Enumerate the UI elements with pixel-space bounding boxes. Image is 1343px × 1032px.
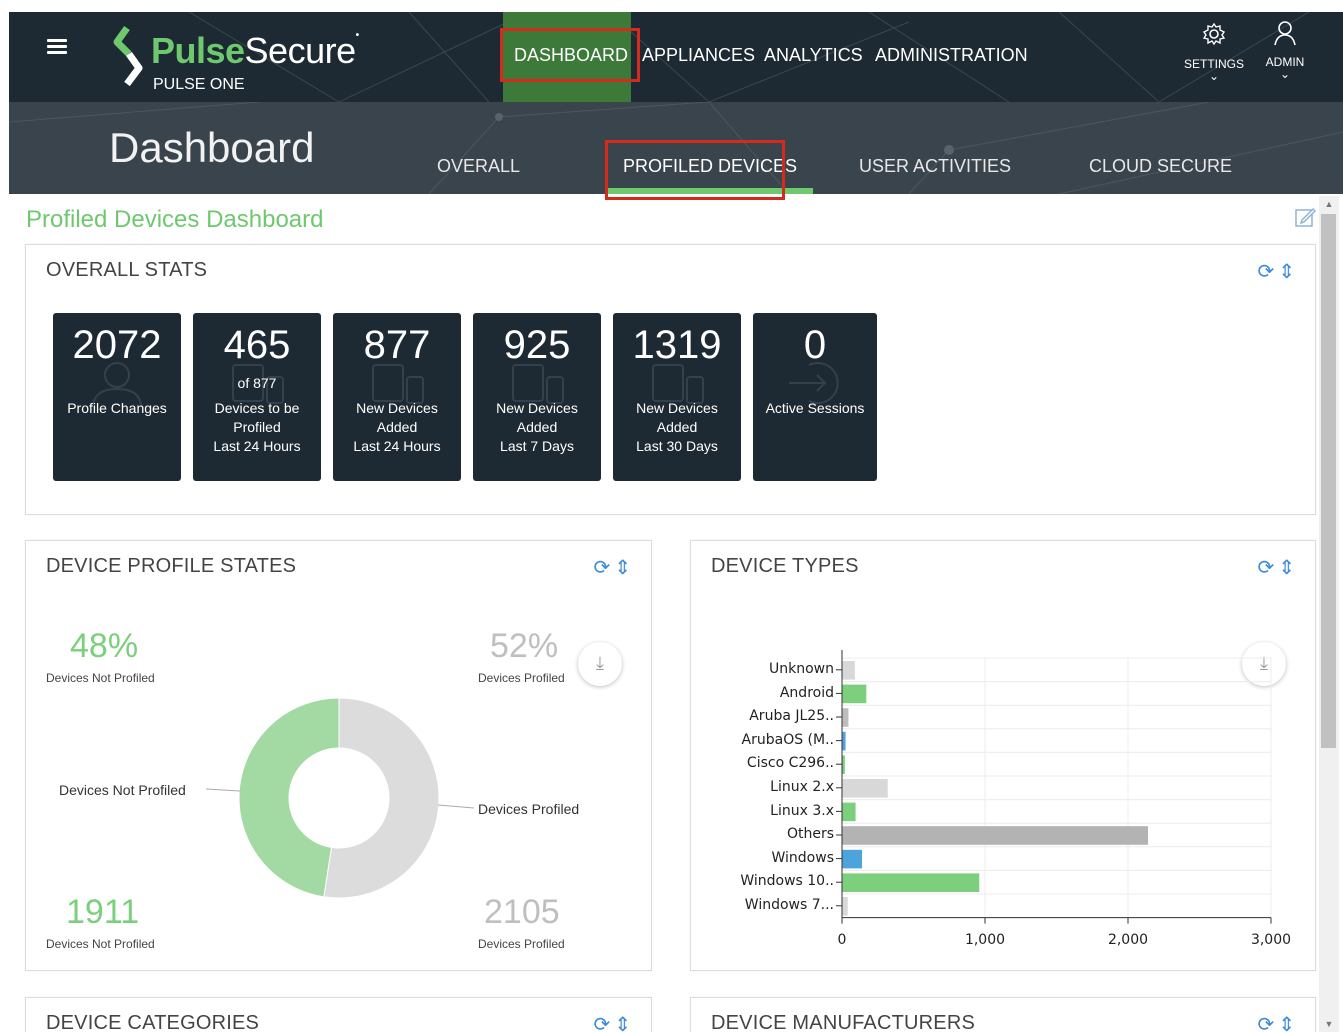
stat-label: Profile Changes bbox=[67, 400, 167, 416]
device-categories-panel: DEVICE CATEGORIES ⟳ ⇕ bbox=[25, 997, 652, 1032]
bar-category-label: Linux 3.x bbox=[770, 802, 834, 819]
slice-profiled[interactable] bbox=[323, 697, 440, 899]
bar-category-label: Windows 7... bbox=[744, 897, 834, 913]
bar[interactable] bbox=[842, 708, 849, 727]
product-name: PULSE ONE bbox=[153, 76, 245, 93]
stat-card-new-devices-7d[interactable]: 925 New Devices Added Last 7 Days bbox=[473, 313, 601, 481]
bar[interactable] bbox=[842, 897, 848, 916]
profiled-count: 2105 bbox=[484, 893, 560, 931]
panel-title: DEVICE MANUFACTURERS bbox=[711, 1012, 976, 1032]
leader-line bbox=[437, 804, 475, 809]
collapse-icon[interactable]: ⇕ bbox=[1278, 1014, 1295, 1032]
top-header: PulseSecure• PULSE ONE DASHBOARD APPLIAN… bbox=[9, 12, 1343, 102]
scroll-thumb[interactable] bbox=[1321, 214, 1336, 748]
bar-category-label: Windows 10.. bbox=[740, 873, 834, 890]
panel-tools: ⟳ ⇕ bbox=[1253, 1012, 1295, 1032]
panel-tools: ⟳ ⇕ bbox=[1253, 259, 1295, 284]
tab-cloud-secure[interactable]: CLOUD SECURE bbox=[1089, 156, 1232, 177]
stat-card-devices-to-profile[interactable]: 465 of 877 Devices to be Profiled Last 24 … bbox=[193, 313, 321, 481]
x-tick-label: 1,000 bbox=[964, 931, 1006, 948]
x-tick-label: 2,000 bbox=[1107, 931, 1149, 948]
highlight-dashboard-nav bbox=[500, 28, 640, 82]
dashboard-heading: Profiled Devices Dashboard bbox=[26, 206, 324, 233]
menu-icon[interactable] bbox=[47, 39, 67, 57]
slice-not-profiled[interactable] bbox=[238, 697, 340, 898]
slice-label-not-profiled: Devices Not Profiled bbox=[59, 782, 186, 798]
stat-value: 877 bbox=[363, 323, 431, 367]
stat-card-active-sessions[interactable]: 0 Active Sessions bbox=[753, 313, 877, 481]
nav-administration[interactable]: ADMINISTRATION bbox=[875, 45, 1028, 66]
stat-card-new-devices-24h[interactable]: 877 New Devices Added Last 24 Hours bbox=[333, 313, 461, 481]
bar[interactable] bbox=[842, 802, 856, 822]
x-tick-label: 3,000 bbox=[1250, 931, 1292, 948]
bar-category-label: Aruba JL25.. bbox=[749, 708, 834, 725]
bar-category-label: Windows bbox=[771, 849, 835, 866]
scroll-up-arrow[interactable]: ▲ bbox=[1319, 196, 1339, 212]
bar-category-label: Linux 2.x bbox=[770, 779, 834, 795]
stat-card-profile-changes[interactable]: 2072 Profile Changes bbox=[53, 313, 181, 481]
stat-label: Active Sessions bbox=[765, 400, 865, 416]
overall-stats-panel: OVERALL STATS ⟳ ⇕ 2072 Profile Changes 46… bbox=[25, 244, 1316, 515]
stat-subvalue: of 877 bbox=[237, 375, 277, 391]
bar[interactable] bbox=[842, 661, 855, 680]
bar[interactable] bbox=[842, 684, 867, 704]
stat-value: 925 bbox=[503, 323, 571, 367]
stat-card-new-devices-30d[interactable]: 1319 New Devices Added Last 30 Days bbox=[613, 313, 741, 481]
collapse-icon[interactable]: ⇕ bbox=[614, 1014, 631, 1032]
device-types-panel: DEVICE TYPES ⟳ ⇕ ⤓ Unknown Android Aruba JL… bbox=[690, 540, 1316, 971]
chevron-down-icon: ⌄ bbox=[1279, 67, 1291, 81]
refresh-icon[interactable]: ⟳ bbox=[1257, 1014, 1274, 1032]
bar-category-label: Android bbox=[779, 684, 834, 701]
page-scrollbar[interactable]: ▲ ▼ bbox=[1319, 196, 1339, 1032]
device-manufacturers-panel: DEVICE MANUFACTURERS ⟳ ⇕ bbox=[690, 997, 1316, 1032]
gear-icon bbox=[1202, 22, 1226, 46]
stat-label: New Devices Added Last 7 Days bbox=[496, 400, 578, 454]
user-icon bbox=[1274, 21, 1296, 46]
admin-button[interactable]: ADMIN ⌄ bbox=[1259, 20, 1311, 81]
bar[interactable] bbox=[842, 826, 1149, 845]
stat-label: Devices to be Profiled Last 24 Hours bbox=[213, 400, 301, 454]
collapse-icon[interactable]: ⇕ bbox=[1278, 261, 1295, 283]
profiled-count-caption: Devices Profiled bbox=[478, 937, 565, 951]
panel-tools: ⟳ ⇕ bbox=[589, 1012, 631, 1032]
bar[interactable] bbox=[842, 873, 980, 892]
bar-category-label: Unknown bbox=[769, 661, 834, 677]
stat-value: 465 bbox=[223, 323, 291, 367]
nav-appliances[interactable]: APPLIANCES bbox=[642, 45, 755, 66]
tab-user-activities[interactable]: USER ACTIVITIES bbox=[859, 156, 1011, 177]
page-title: Dashboard bbox=[109, 124, 315, 171]
not-profiled-count: 1911 bbox=[66, 893, 140, 931]
stat-label: New Devices Added Last 30 Days bbox=[636, 400, 718, 454]
panel-title: OVERALL STATS bbox=[46, 259, 208, 281]
not-profiled-count-caption: Devices Not Profiled bbox=[46, 937, 155, 951]
tab-overall[interactable]: OVERALL bbox=[437, 156, 520, 177]
bar[interactable] bbox=[842, 731, 846, 751]
chevron-down-icon: ⌄ bbox=[1208, 69, 1220, 83]
highlight-profiled-tab bbox=[605, 140, 785, 200]
stat-value: 2072 bbox=[72, 323, 162, 367]
stat-value: 1319 bbox=[632, 323, 722, 367]
x-tick-label: 0 bbox=[837, 931, 847, 948]
device-profile-states-panel: DEVICE PROFILE STATES ⟳ ⇕ 48% Devices Not… bbox=[25, 540, 652, 971]
stat-value: 0 bbox=[803, 323, 827, 367]
bar[interactable] bbox=[842, 849, 863, 869]
brand-name: PulseSecure• bbox=[151, 30, 359, 71]
refresh-icon[interactable]: ⟳ bbox=[1257, 261, 1274, 283]
leader-line bbox=[205, 788, 241, 792]
slice-label-profiled: Devices Profiled bbox=[478, 801, 580, 817]
refresh-icon[interactable]: ⟳ bbox=[593, 1014, 610, 1032]
bar[interactable] bbox=[842, 779, 888, 798]
stat-label: New Devices Added Last 24 Hours bbox=[353, 400, 441, 454]
nav-analytics[interactable]: ANALYTICS bbox=[764, 45, 863, 66]
panel-title: DEVICE CATEGORIES bbox=[46, 1012, 260, 1032]
settings-button[interactable]: SETTINGS ⌄ bbox=[1179, 22, 1249, 83]
bar-category-label: Cisco C296.. bbox=[746, 755, 834, 772]
bar-category-label: ArubaOS (M.. bbox=[741, 731, 834, 748]
bar-category-label: Others bbox=[786, 826, 834, 843]
edit-icon[interactable] bbox=[1294, 206, 1316, 228]
scroll-down-arrow[interactable]: ▼ bbox=[1319, 1016, 1339, 1032]
